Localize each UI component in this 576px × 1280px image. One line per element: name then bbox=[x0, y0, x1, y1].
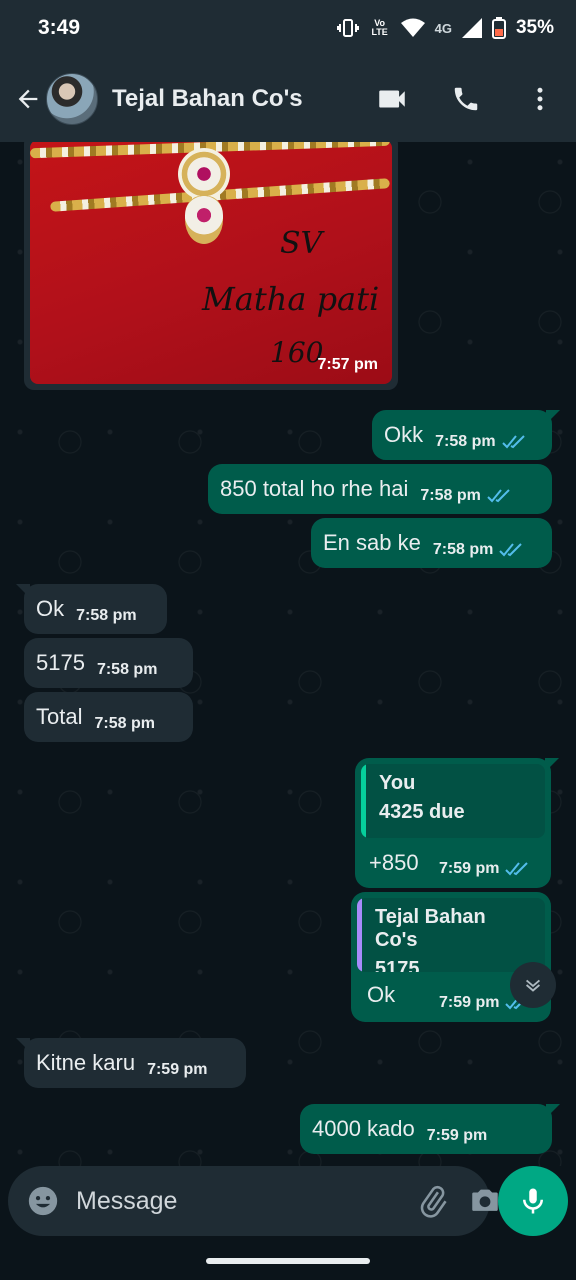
double-tick-icon bbox=[499, 543, 523, 557]
signal-icon bbox=[461, 18, 482, 38]
status-icons: Vo LTE 4G 35% bbox=[336, 17, 554, 39]
video-call-icon bbox=[379, 90, 405, 108]
incoming-message[interactable]: 5175 7:58 pm bbox=[24, 638, 193, 688]
message-text: 5175 bbox=[36, 650, 85, 675]
message-text: Total bbox=[36, 704, 83, 729]
message-text: En sab ke bbox=[323, 530, 421, 555]
message-time: 7:57 pm bbox=[317, 356, 378, 373]
quoted-sender: You bbox=[379, 772, 416, 794]
voice-record-button[interactable] bbox=[498, 1166, 568, 1236]
emoji-button[interactable] bbox=[26, 1183, 60, 1219]
wifi-icon bbox=[400, 18, 425, 37]
battery-icon bbox=[491, 17, 506, 39]
message-text: +850 bbox=[369, 850, 419, 875]
quoted-message[interactable]: Tejal Bahan Co's 5175 bbox=[357, 898, 545, 972]
message-input[interactable] bbox=[76, 1186, 398, 1216]
contact-name[interactable]: Tejal Bahan Co's bbox=[112, 85, 366, 113]
incoming-message[interactable]: Total 7:58 pm bbox=[24, 692, 193, 742]
phone-icon bbox=[454, 87, 478, 111]
camera-button[interactable] bbox=[468, 1179, 502, 1223]
jewelry-photo[interactable]: SV Matha pati 160 7:57 pm bbox=[30, 142, 392, 384]
incoming-message[interactable]: Kitne karu 7:59 pm bbox=[24, 1038, 246, 1088]
message-time: 7:58 pm bbox=[435, 433, 496, 450]
outgoing-message[interactable]: 4000 kado 7:59 pm bbox=[300, 1104, 552, 1154]
message-text: 4000 kado bbox=[312, 1116, 415, 1141]
message-time: 7:58 pm bbox=[94, 715, 155, 732]
outgoing-message[interactable]: Okk 7:58 pm bbox=[372, 410, 552, 460]
handwriting-price: 160 bbox=[270, 336, 324, 369]
image-message[interactable]: SV Matha pati 160 7:57 pm bbox=[24, 142, 398, 390]
message-composer bbox=[8, 1166, 498, 1236]
message-time: 7:59 pm bbox=[439, 994, 500, 1011]
message-text: Kitne karu bbox=[36, 1050, 136, 1075]
incoming-message[interactable]: Ok 7:58 pm bbox=[24, 584, 167, 634]
chevron-down-icon bbox=[525, 979, 541, 992]
avatar[interactable] bbox=[46, 73, 98, 125]
handwriting-sv: SV bbox=[280, 226, 323, 261]
chat-header: Tejal Bahan Co's bbox=[0, 56, 576, 142]
more-vert-icon bbox=[537, 87, 543, 111]
scroll-to-bottom-button[interactable] bbox=[510, 962, 556, 1008]
message-list[interactable]: SV Matha pati 160 7:57 pm Okk 7:58 pm 85… bbox=[0, 142, 576, 1166]
message-time: 7:58 pm bbox=[420, 487, 481, 504]
message-time: 7:58 pm bbox=[432, 541, 494, 558]
status-bar: 3:49 Vo LTE 4G 35% bbox=[0, 0, 576, 56]
message-text: Ok bbox=[36, 596, 65, 621]
message-time: 7:59 pm bbox=[426, 1127, 488, 1144]
double-tick-icon bbox=[505, 862, 529, 876]
volte-indicator: Vo LTE bbox=[371, 18, 388, 37]
message-time: 7:58 pm bbox=[96, 661, 158, 678]
message-text: Okk bbox=[384, 422, 424, 447]
attach-icon bbox=[420, 1185, 447, 1218]
outgoing-message[interactable]: En sab ke 7:58 pm bbox=[311, 518, 552, 568]
handwriting-matha-pati: Matha pati bbox=[202, 280, 380, 318]
mic-icon bbox=[523, 1188, 543, 1214]
gesture-nav-bar[interactable] bbox=[206, 1258, 370, 1264]
quoted-sender: Tejal Bahan Co's bbox=[375, 906, 486, 951]
battery-level: 35% bbox=[515, 17, 554, 38]
message-text: 850 total ho rhe hai bbox=[220, 476, 409, 501]
network-type: 4G bbox=[434, 20, 452, 36]
back-button[interactable] bbox=[6, 77, 50, 121]
vibrate-icon bbox=[336, 19, 359, 37]
outgoing-reply-message[interactable]: You 4325 due +850 7:59 pm bbox=[355, 758, 551, 888]
quoted-text: 4325 due bbox=[379, 801, 465, 823]
more-options-button[interactable] bbox=[514, 73, 566, 125]
status-time: 3:49 bbox=[38, 16, 81, 39]
message-time: 7:59 pm bbox=[439, 860, 500, 877]
back-arrow-icon bbox=[18, 89, 38, 109]
message-time: 7:58 pm bbox=[76, 607, 137, 624]
message-text: Ok bbox=[367, 982, 396, 1007]
double-tick-icon bbox=[487, 489, 510, 503]
message-time: 7:59 pm bbox=[147, 1061, 208, 1078]
emoji-icon bbox=[28, 1186, 58, 1216]
camera-icon bbox=[472, 1189, 498, 1211]
attach-button[interactable] bbox=[416, 1179, 450, 1223]
outgoing-message[interactable]: 850 total ho rhe hai 7:58 pm bbox=[208, 464, 552, 514]
video-call-button[interactable] bbox=[366, 73, 418, 125]
quoted-message[interactable]: You 4325 due bbox=[361, 764, 545, 838]
voice-call-button[interactable] bbox=[440, 73, 492, 125]
double-tick-icon bbox=[501, 435, 525, 449]
quoted-text: 5175 bbox=[375, 958, 420, 972]
